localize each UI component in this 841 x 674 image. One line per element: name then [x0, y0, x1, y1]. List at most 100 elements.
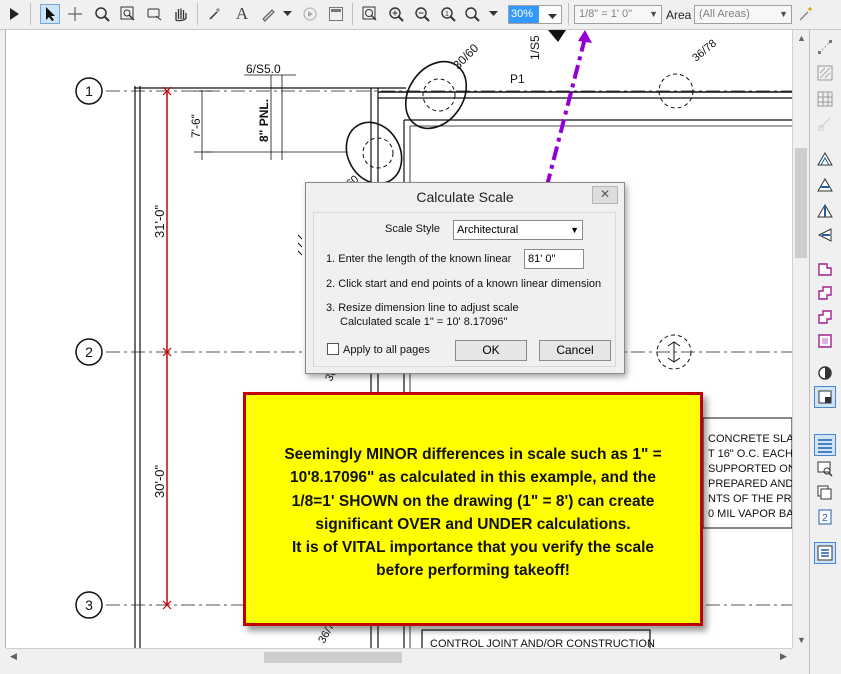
- contrast-icon[interactable]: [814, 362, 836, 384]
- toolbar-separator: [352, 3, 353, 25]
- notes-line: NTS OF THE PRO: [708, 493, 792, 505]
- grid-label-3: 3: [85, 597, 93, 613]
- grid-count-icon[interactable]: [814, 88, 836, 110]
- details-list-icon[interactable]: [814, 542, 836, 564]
- zoom-in-icon[interactable]: [386, 4, 406, 24]
- scroll-up-icon[interactable]: ▲: [797, 33, 806, 43]
- close-icon[interactable]: ✕: [592, 186, 618, 204]
- known-length-input[interactable]: 81' 0": [524, 249, 584, 269]
- play-icon[interactable]: [4, 4, 24, 24]
- scale-style-value: Architectural: [457, 224, 519, 236]
- vertical-scrollbar[interactable]: ▲ ▼: [792, 30, 809, 648]
- select-arrow-icon[interactable]: [40, 4, 60, 24]
- notes-line: SUPPORTED ON H: [708, 463, 792, 475]
- grid-label-2: 2: [85, 344, 93, 360]
- arrow-head-top: [578, 30, 592, 43]
- text-tool-icon[interactable]: A: [232, 4, 252, 24]
- section-arrow: [548, 30, 566, 42]
- toolbar-separator: [30, 3, 31, 25]
- crosshair-icon[interactable]: [65, 4, 85, 24]
- calculate-scale-dialog: Calculate Scale ✕ Scale Style Architectu…: [305, 182, 625, 374]
- dialog-body: Scale Style Architectural ▼ 1. Enter the…: [313, 212, 616, 367]
- window-icon[interactable]: [326, 4, 346, 24]
- zoom-level-combo[interactable]: 30%: [508, 5, 562, 24]
- select-points-icon[interactable]: [814, 36, 836, 58]
- calculated-scale-text: Calculated scale 1" = 10' 8.17096": [340, 316, 508, 328]
- chevron-down-icon[interactable]: [548, 9, 557, 23]
- linear-tool-3-icon[interactable]: [814, 200, 836, 222]
- pages-icon[interactable]: [814, 482, 836, 504]
- grid-label-1: 1: [85, 83, 93, 99]
- zoom-fit-icon[interactable]: [360, 4, 380, 24]
- chevron-down-icon[interactable]: ▼: [649, 6, 658, 23]
- area-value: (All Areas): [699, 8, 750, 20]
- right-tool-panel: 2: [809, 30, 841, 674]
- step-3-text: 3. Resize dimension line to adjust scale: [326, 302, 519, 314]
- note-line: before performing takeoff!: [376, 562, 570, 580]
- detail-ref-s5: 6/S5.0: [246, 62, 281, 76]
- area-tool-4-icon[interactable]: [814, 330, 836, 352]
- svg-text:2: 2: [822, 513, 828, 524]
- vertical-scroll-thumb[interactable]: [795, 148, 807, 258]
- magic-select-icon[interactable]: [205, 4, 225, 24]
- wand-icon[interactable]: [796, 4, 816, 24]
- notes-line: PREPARED AND: [708, 478, 792, 490]
- notes-line: CONCRETE SLAB: [708, 433, 792, 445]
- warning-note: Seemingly MINOR differences in scale suc…: [243, 392, 703, 626]
- detail-ref-3678-top: 36/78: [690, 37, 719, 64]
- search-bookmark-icon[interactable]: [814, 458, 836, 480]
- main-toolbar: A 1 30% 1/8" = 1' 0" ▼ Area (All Areas): [0, 0, 841, 30]
- delete-vertex-icon[interactable]: [814, 112, 836, 134]
- ref-p1: P1: [510, 72, 525, 86]
- notes-line: 0 MIL VAPOR BAR: [708, 508, 792, 520]
- zoom-level-value[interactable]: 30%: [509, 6, 539, 23]
- lasso-icon[interactable]: [145, 4, 165, 24]
- step-2-text: 2. Click start and end points of a known…: [326, 278, 602, 290]
- area-combo[interactable]: (All Areas) ▼: [694, 5, 792, 24]
- dimension-30: 30'-0": [152, 464, 167, 498]
- horizontal-scrollbar[interactable]: ◀ ▶: [6, 648, 792, 665]
- scale-combo[interactable]: 1/8" = 1' 0" ▼: [574, 5, 662, 24]
- scroll-left-icon[interactable]: ◀: [10, 651, 17, 662]
- note-line: significant OVER and UNDER calculations.: [315, 515, 631, 533]
- zoom-actual-icon[interactable]: 1: [438, 4, 458, 24]
- scroll-right-icon[interactable]: ▶: [780, 651, 787, 662]
- horizontal-scroll-thumb[interactable]: [264, 652, 402, 663]
- apply-all-checkbox[interactable]: [327, 343, 339, 355]
- chevron-down-icon[interactable]: ▼: [570, 221, 579, 239]
- ok-button[interactable]: OK: [455, 340, 527, 361]
- chevron-down-icon[interactable]: ▼: [779, 6, 788, 23]
- scale-style-label: Scale Style: [385, 223, 441, 235]
- dimension-31: 31'-0": [152, 204, 167, 238]
- scale-value: 1/8" = 1' 0": [579, 8, 633, 20]
- pan-hand-icon[interactable]: [170, 4, 190, 24]
- area-tool-3-icon[interactable]: [814, 306, 836, 328]
- area-tool-2-icon[interactable]: [814, 282, 836, 304]
- scale-style-select[interactable]: Architectural ▼: [453, 220, 583, 240]
- note-line: It is of VITAL importance that you verif…: [291, 539, 655, 557]
- zoom-out-icon[interactable]: [412, 4, 432, 24]
- chevron-down-icon[interactable]: [486, 4, 500, 24]
- highlighter-icon[interactable]: [258, 4, 278, 24]
- area-fill-icon[interactable]: [814, 62, 836, 84]
- linear-tool-2-icon[interactable]: [814, 174, 836, 196]
- area-tool-icon[interactable]: [814, 258, 836, 280]
- zoom-menu-icon[interactable]: [462, 4, 482, 24]
- linear-tool-icon[interactable]: [814, 148, 836, 170]
- linear-tool-4-icon[interactable]: [814, 224, 836, 246]
- apply-all-label[interactable]: Apply to all pages: [343, 344, 430, 356]
- scroll-down-icon[interactable]: ▼: [797, 635, 806, 645]
- zoom-tool-icon[interactable]: [92, 4, 112, 24]
- ref-1-s5: 1/S5: [528, 35, 542, 60]
- layers-icon[interactable]: [814, 386, 836, 408]
- step-1-text: 1. Enter the length of the known linear: [326, 253, 512, 265]
- cancel-button[interactable]: Cancel: [539, 340, 611, 361]
- record-icon[interactable]: [300, 4, 320, 24]
- list-view-icon[interactable]: [814, 434, 836, 456]
- detail-callout-inner: [422, 78, 456, 112]
- zoom-window-icon[interactable]: [118, 4, 138, 24]
- page-number-icon[interactable]: 2: [814, 506, 836, 528]
- chevron-down-icon[interactable]: [280, 4, 294, 24]
- dimension-76: 7'-6": [189, 114, 203, 138]
- warning-note-text: Seemingly MINOR differences in scale suc…: [246, 443, 700, 583]
